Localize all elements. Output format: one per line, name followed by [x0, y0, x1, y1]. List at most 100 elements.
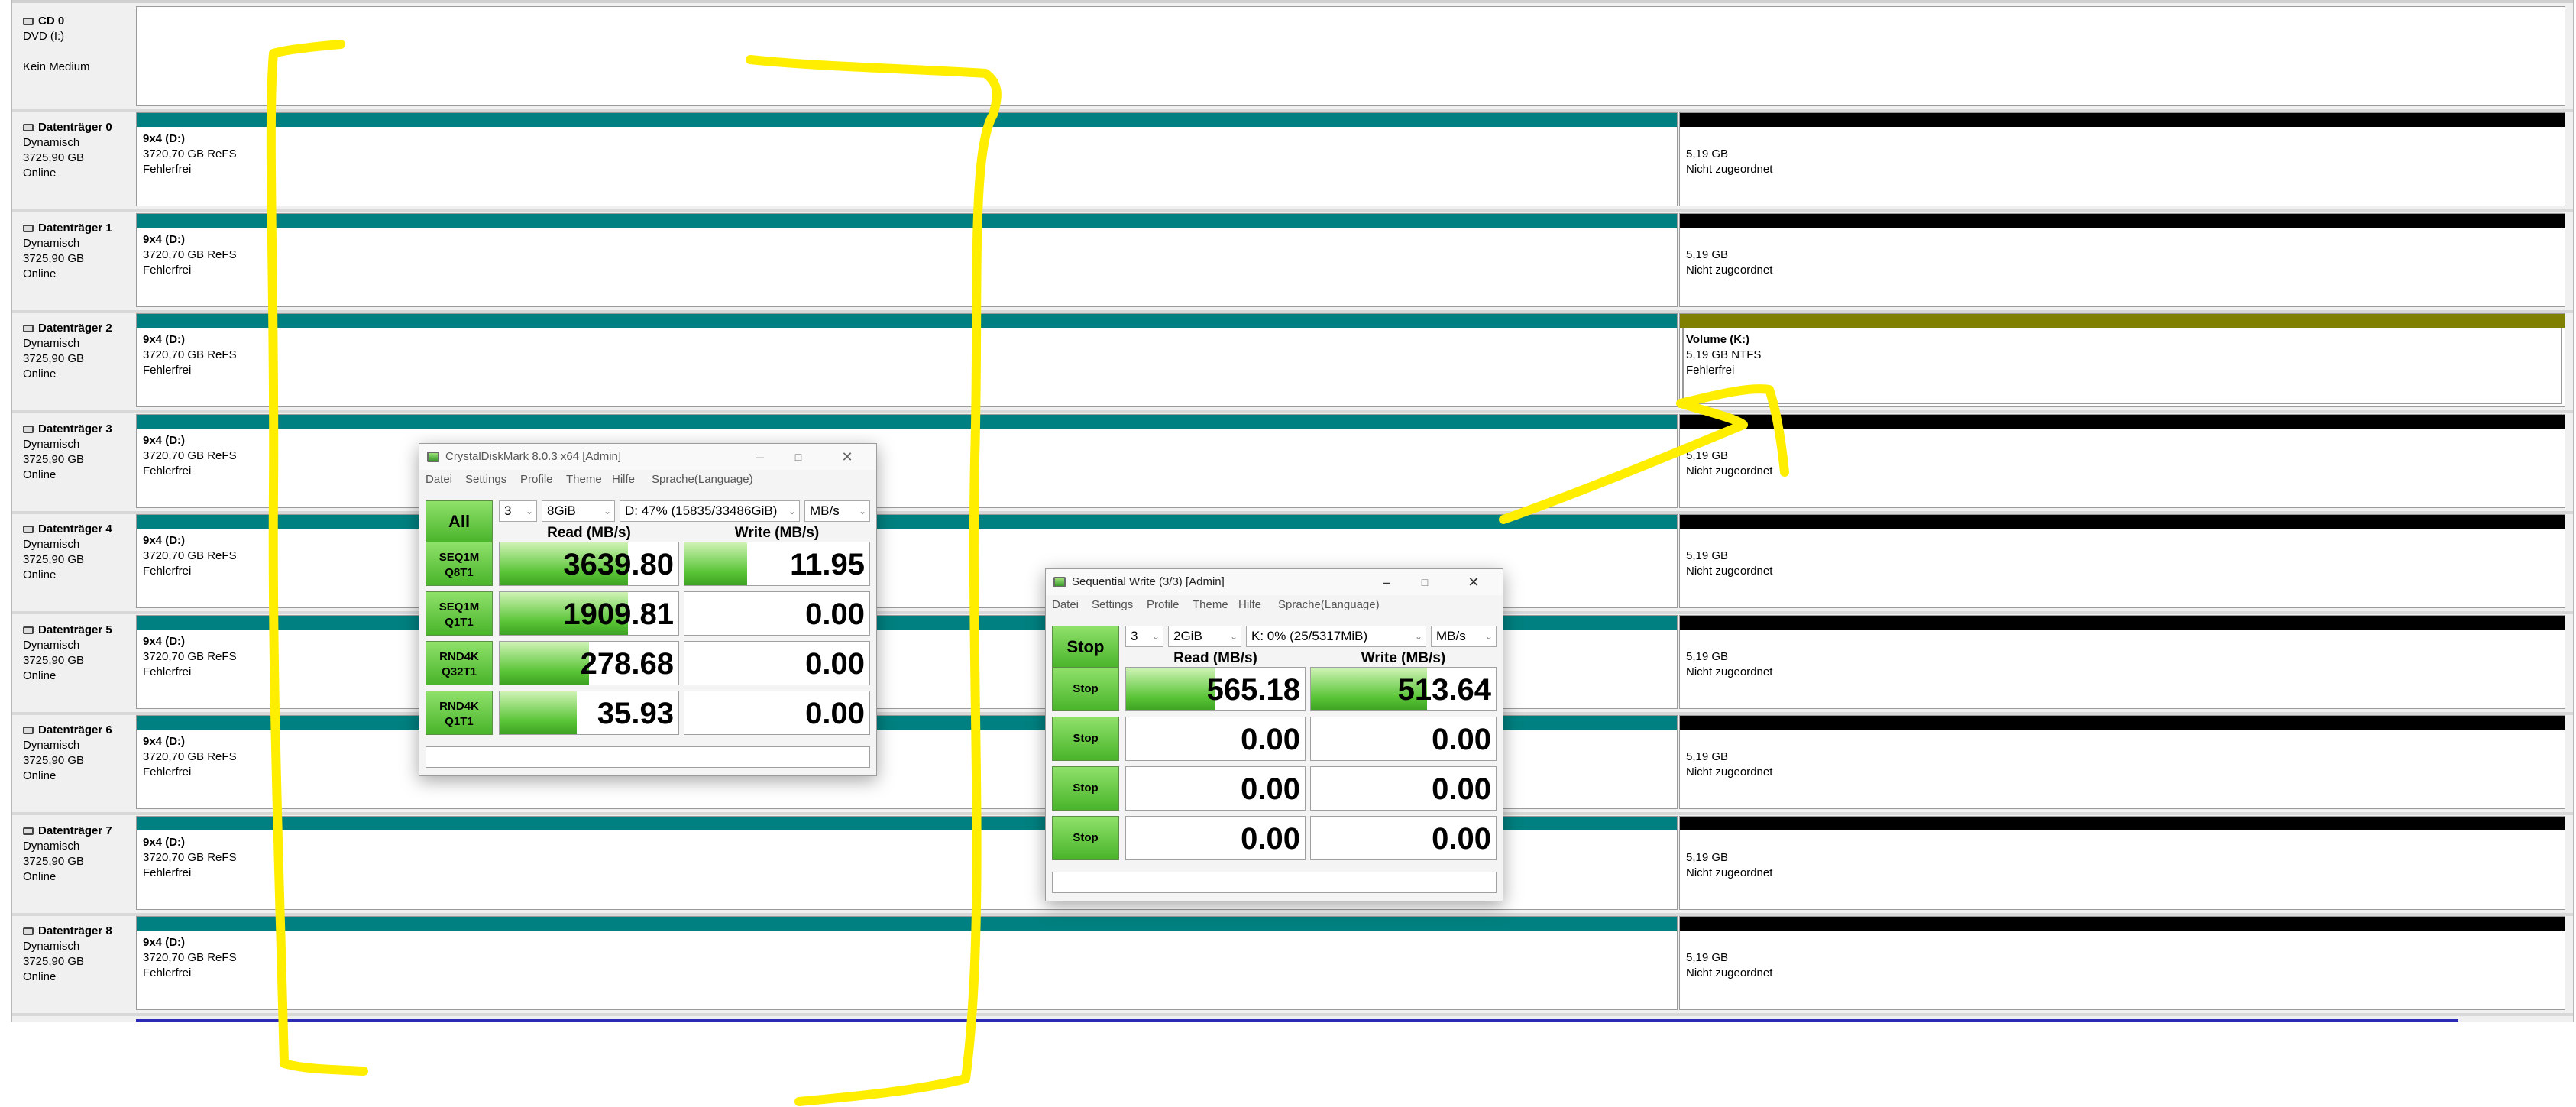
disk-info[interactable]: Datenträger 2 Dynamisch 3725,90 GB Onlin…	[12, 313, 134, 407]
stop-button[interactable]: Stop	[1052, 766, 1119, 811]
unit-select[interactable]: MB/s ⌄	[804, 500, 870, 522]
crystaldiskmark-window[interactable]: CrystalDiskMark 8.0.3 x64 [Admin] – □ ✕ …	[419, 443, 877, 776]
write-value: 0.00	[805, 697, 865, 730]
partition-name: 9x4 (D:)	[143, 936, 186, 949]
test-button[interactable]: RND4K Q32T1	[426, 641, 493, 685]
volume-partition[interactable]: 9x4 (D:) 3720,70 GB ReFS Fehlerfrei	[136, 313, 1678, 407]
disk-info[interactable]: Datenträger 0 Dynamisch 3725,90 GB Onlin…	[12, 112, 134, 206]
minimize-icon[interactable]: –	[746, 448, 774, 465]
count-select[interactable]: 3 ⌄	[1125, 626, 1163, 647]
ntfs-volume-partition[interactable]: Volume (K:) 5,19 GB NTFS Fehlerfrei	[1679, 313, 2565, 407]
size-select[interactable]: 8GiB ⌄	[542, 500, 615, 522]
volume-partition[interactable]: 9x4 (D:) 3720,70 GB ReFS Fehlerfrei	[136, 414, 1678, 508]
write-value: 0.00	[1432, 723, 1491, 756]
cd-row[interactable]: CD 0 DVD (I:) Kein Medium	[12, 6, 2573, 112]
disk-size: 3725,90 GB	[23, 252, 85, 265]
menu-theme[interactable]: Theme	[566, 473, 602, 486]
disk-status: Online	[23, 267, 57, 280]
minimize-icon[interactable]: –	[1373, 574, 1400, 591]
partition-size: 5,19 GB	[1686, 851, 1729, 864]
disk-size: 3725,90 GB	[23, 654, 85, 667]
unallocated-partition[interactable]: 5,19 GB Nicht zugeordnet	[1679, 112, 2565, 206]
unallocated-partition[interactable]: 5,19 GB Nicht zugeordnet	[1679, 615, 2565, 709]
sequential-write-window[interactable]: Sequential Write (3/3) [Admin] – □ ✕ Dat…	[1045, 568, 1503, 901]
stop-button[interactable]: Stop	[1052, 816, 1119, 860]
cd-empty-area[interactable]	[136, 6, 2565, 106]
maximize-icon[interactable]: □	[1411, 574, 1438, 591]
volume-partition[interactable]: 9x4 (D:) 3720,70 GB ReFS Fehlerfrei	[136, 213, 1678, 307]
maximize-icon[interactable]: □	[785, 448, 812, 465]
unit-select[interactable]: MB/s ⌄	[1431, 626, 1497, 647]
menu-theme[interactable]: Theme	[1193, 598, 1228, 611]
test-button[interactable]: SEQ1M Q1T1	[426, 591, 493, 636]
disk-info[interactable]: Datenträger 1 Dynamisch 3725,90 GB Onlin…	[12, 213, 134, 307]
menu-profile[interactable]: Profile	[1147, 598, 1180, 611]
menu-datei[interactable]: Datei	[1052, 598, 1079, 611]
menu-bar: Datei Settings Profile Theme Hilfe Sprac…	[1046, 597, 1503, 615]
menu-settings[interactable]: Settings	[465, 473, 506, 486]
partition-name	[1686, 232, 1772, 248]
menu-language[interactable]: Sprache(Language)	[652, 473, 753, 486]
menu-language[interactable]: Sprache(Language)	[1278, 598, 1380, 611]
disk-row[interactable]: Datenträger 3 Dynamisch 3725,90 GB Onlin…	[12, 414, 2573, 514]
disk-info[interactable]: Datenträger 6 Dynamisch 3725,90 GB Onlin…	[12, 715, 134, 809]
hard-disk-icon	[23, 727, 34, 734]
drive-select[interactable]: D: 47% (15835/33486GiB) ⌄	[620, 500, 800, 522]
disk-row[interactable]: Datenträger 1 Dynamisch 3725,90 GB Onlin…	[12, 213, 2573, 313]
menu-settings[interactable]: Settings	[1092, 598, 1133, 611]
disk-info[interactable]: Datenträger 5 Dynamisch 3725,90 GB Onlin…	[12, 615, 134, 709]
chevron-down-icon: ⌄	[1414, 631, 1422, 642]
menu-datei[interactable]: Datei	[426, 473, 452, 486]
menu-hilfe[interactable]: Hilfe	[1238, 598, 1261, 611]
unit-value: MB/s	[1436, 629, 1466, 643]
volume-partition[interactable]: 9x4 (D:) 3720,70 GB ReFS Fehlerfrei	[136, 916, 1678, 1010]
title-bar[interactable]: CrystalDiskMark 8.0.3 x64 [Admin] – □ ✕	[419, 444, 876, 470]
test-button[interactable]: SEQ1M Q8T1	[426, 542, 493, 586]
menu-hilfe[interactable]: Hilfe	[612, 473, 635, 486]
size-value: 2GiB	[1173, 629, 1202, 643]
disk-info[interactable]: Datenträger 4 Dynamisch 3725,90 GB Onlin…	[12, 514, 134, 608]
unit-value: MB/s	[810, 503, 840, 518]
disk-row[interactable]: Datenträger 8 Dynamisch 3725,90 GB Onlin…	[12, 916, 2573, 1016]
read-value: 1909.81	[563, 597, 674, 631]
partition-name: 9x4 (D:)	[143, 333, 186, 346]
menu-profile[interactable]: Profile	[520, 473, 553, 486]
disk-info[interactable]: Datenträger 8 Dynamisch 3725,90 GB Onlin…	[12, 916, 134, 1010]
disk-info[interactable]: Datenträger 7 Dynamisch 3725,90 GB Onlin…	[12, 816, 134, 910]
hard-disk-icon	[23, 426, 34, 433]
disk-size: 3725,90 GB	[23, 955, 85, 968]
write-header: Write (MB/s)	[1361, 650, 1446, 666]
all-button[interactable]: All	[426, 500, 493, 543]
unallocated-partition[interactable]: 5,19 GB Nicht zugeordnet	[1679, 816, 2565, 910]
unallocated-partition[interactable]: 5,19 GB Nicht zugeordnet	[1679, 715, 2565, 809]
unallocated-partition[interactable]: 5,19 GB Nicht zugeordnet	[1679, 916, 2565, 1010]
disk-info[interactable]: Datenträger 3 Dynamisch 3725,90 GB Onlin…	[12, 414, 134, 508]
size-select[interactable]: 2GiB ⌄	[1168, 626, 1241, 647]
chevron-down-icon: ⌄	[858, 506, 866, 516]
disk-status: Online	[23, 669, 57, 682]
volume-partition[interactable]: 9x4 (D:) 3720,70 GB ReFS Fehlerfrei	[136, 112, 1678, 206]
unallocated-partition[interactable]: 5,19 GB Nicht zugeordnet	[1679, 514, 2565, 608]
stop-all-button[interactable]: Stop	[1052, 626, 1119, 668]
disk-name: Datenträger 5	[38, 623, 112, 636]
stop-button[interactable]: Stop	[1052, 667, 1119, 711]
unallocated-partition[interactable]: 5,19 GB Nicht zugeordnet	[1679, 213, 2565, 307]
volume-color-bar	[137, 415, 1677, 429]
cd-info[interactable]: CD 0 DVD (I:) Kein Medium	[12, 6, 134, 106]
close-icon[interactable]: ✕	[833, 448, 861, 465]
disk-type: Dynamisch	[23, 237, 80, 250]
disk-type: Dynamisch	[23, 337, 80, 350]
disk-row[interactable]: Datenträger 2 Dynamisch 3725,90 GB Onlin…	[12, 313, 2573, 413]
title-bar[interactable]: Sequential Write (3/3) [Admin] – □ ✕	[1046, 569, 1503, 595]
volume-color-bar	[137, 214, 1677, 228]
disk-partitions: 9x4 (D:) 3720,70 GB ReFS Fehlerfrei Volu…	[136, 313, 2565, 407]
count-select[interactable]: 3 ⌄	[499, 500, 537, 522]
stop-button[interactable]: Stop	[1052, 717, 1119, 761]
drive-select[interactable]: K: 0% (25/5317MiB) ⌄	[1246, 626, 1426, 647]
test-button[interactable]: RND4K Q1T1	[426, 691, 493, 735]
disk-row[interactable]: Datenträger 0 Dynamisch 3725,90 GB Onlin…	[12, 112, 2573, 212]
close-icon[interactable]: ✕	[1460, 574, 1487, 591]
cd-area[interactable]	[136, 6, 2565, 106]
unallocated-partition[interactable]: 5,19 GB Nicht zugeordnet	[1679, 414, 2565, 508]
partition-status: Fehlerfrei	[143, 264, 192, 277]
